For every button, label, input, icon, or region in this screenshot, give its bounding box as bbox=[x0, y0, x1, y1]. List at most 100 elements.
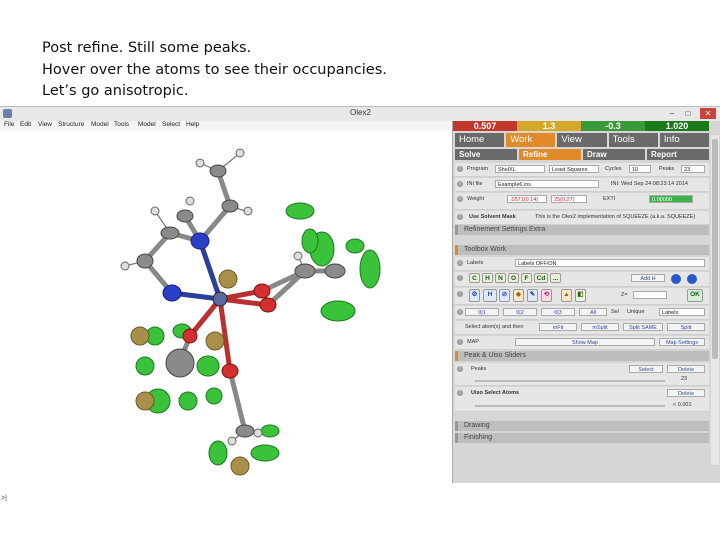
tool-icon[interactable]: ◆ bbox=[513, 289, 524, 302]
uiso-slider[interactable] bbox=[475, 405, 665, 407]
element-o-button[interactable]: O bbox=[508, 273, 519, 283]
menu-model[interactable]: Model bbox=[91, 121, 109, 128]
msplit-button[interactable]: mSplit bbox=[581, 323, 619, 331]
fluorine-atoms bbox=[135, 202, 381, 466]
peaks-delete-button[interactable]: Delete bbox=[667, 365, 705, 373]
split-same-button[interactable]: Split SAME bbox=[623, 323, 663, 331]
refinement-extra-header[interactable]: Refinement Settings Extra bbox=[455, 225, 709, 235]
z-label: Z= bbox=[621, 292, 628, 298]
info-icon[interactable]: i bbox=[457, 196, 463, 202]
z-input[interactable] bbox=[633, 291, 667, 299]
labels-check-select[interactable]: Labels bbox=[659, 308, 705, 316]
element-h-button[interactable]: H bbox=[482, 273, 493, 283]
metal-atom bbox=[212, 291, 228, 307]
map-settings-button[interactable]: Map Settings bbox=[659, 338, 705, 346]
part-0-2-button[interactable]: 0|2 bbox=[503, 308, 537, 316]
menu-tools[interactable]: Tools bbox=[114, 121, 129, 128]
exti-value[interactable]: 0.00000 bbox=[649, 195, 693, 203]
tab-view[interactable]: View bbox=[557, 133, 607, 147]
info-icon[interactable]: i bbox=[457, 166, 463, 172]
menu-file[interactable]: File bbox=[4, 121, 14, 128]
tool-icon[interactable]: ⚙ bbox=[469, 289, 480, 302]
tool-icon[interactable]: ✎ bbox=[527, 289, 538, 302]
uiso-delete-button[interactable]: Delete bbox=[667, 389, 705, 397]
weight-value-2[interactable]: 25(0.27) bbox=[551, 195, 587, 203]
info-icon[interactable]: i bbox=[457, 181, 463, 187]
weight-value-1[interactable]: .0571(0.14) bbox=[507, 195, 547, 203]
show-map-button[interactable]: Show Map bbox=[515, 338, 655, 346]
cycles-input[interactable]: 10 bbox=[629, 165, 651, 173]
close-button[interactable]: ✕ bbox=[700, 108, 716, 119]
maximize-button[interactable]: □ bbox=[682, 108, 694, 119]
molecule-structure[interactable] bbox=[0, 131, 452, 483]
element-f-button[interactable]: F bbox=[521, 273, 532, 283]
program-select[interactable]: ShelXL bbox=[495, 165, 545, 173]
element-cd-button[interactable]: Cd bbox=[534, 273, 548, 283]
mfit-button[interactable]: mFit bbox=[539, 323, 577, 331]
part-all-button[interactable]: All bbox=[579, 308, 607, 316]
toolbox-work-header[interactable]: Toolbox Work bbox=[455, 245, 709, 255]
tool-icon[interactable]: ▲ bbox=[561, 289, 572, 302]
globe-icon[interactable] bbox=[687, 274, 697, 284]
ins-file-row: i INI file Example6.ins INI: Wed Sep 24 … bbox=[455, 178, 709, 192]
minimize-button[interactable]: – bbox=[666, 108, 678, 119]
subtab-solve[interactable]: Solve bbox=[455, 149, 517, 160]
slide-caption: Post refine. Still some peaks. Hover ove… bbox=[42, 38, 387, 103]
program-row: i Program ShelXL Least Squares Cycles 10… bbox=[455, 163, 709, 177]
panel-scrollbar[interactable] bbox=[711, 135, 719, 465]
subtab-refine[interactable]: Refine bbox=[519, 149, 581, 160]
tab-work[interactable]: Work bbox=[506, 133, 556, 147]
ok-button[interactable]: OK bbox=[687, 289, 703, 302]
info-icon[interactable]: i bbox=[457, 390, 463, 396]
scrollbar-thumb[interactable] bbox=[712, 139, 718, 359]
tool-h-icon[interactable]: H bbox=[483, 289, 497, 302]
solvent-mask-note: This is the Olex2 implementation of SQUE… bbox=[535, 214, 696, 220]
stat-hole: -0.3 bbox=[581, 121, 645, 131]
cycles-label: Cycles bbox=[605, 166, 622, 172]
split-button[interactable]: Split bbox=[667, 323, 705, 331]
info-icon[interactable]: i bbox=[457, 366, 463, 372]
unique-checkbox[interactable]: Unique bbox=[627, 309, 644, 315]
sel-label[interactable]: Sel bbox=[611, 309, 619, 315]
finishing-header[interactable]: Finishing bbox=[455, 433, 709, 443]
add-h-button[interactable]: Add H bbox=[631, 274, 665, 282]
menu-help[interactable]: Help bbox=[186, 121, 199, 128]
part-0-1-button[interactable]: 0|1 bbox=[465, 308, 499, 316]
menu-view[interactable]: View bbox=[38, 121, 52, 128]
menu-model-2[interactable]: Model bbox=[138, 121, 156, 128]
subtab-report[interactable]: Report bbox=[647, 149, 709, 160]
nitrogen-atoms bbox=[162, 232, 210, 302]
peak-sliders-header[interactable]: Peak & Uiso Sliders bbox=[455, 351, 709, 361]
labels-select[interactable]: Labels OFF/ON bbox=[515, 259, 705, 267]
info-icon[interactable]: i bbox=[457, 214, 463, 220]
info-icon[interactable]: i bbox=[457, 275, 463, 281]
menu-select[interactable]: Select bbox=[162, 121, 180, 128]
menu-edit[interactable]: Edit bbox=[20, 121, 31, 128]
info-icon[interactable]: i bbox=[457, 291, 463, 297]
info-icon[interactable]: i bbox=[457, 339, 463, 345]
tab-info[interactable]: Info bbox=[659, 133, 710, 147]
info-icon[interactable]: i bbox=[457, 260, 463, 266]
tool-icon[interactable]: ◧ bbox=[575, 289, 586, 302]
part-0-3-button[interactable]: 0|3 bbox=[541, 308, 575, 316]
part-row: i 0|1 0|2 0|3 All Sel Unique Labels bbox=[455, 306, 709, 320]
globe-icon[interactable] bbox=[671, 274, 681, 284]
method-select[interactable]: Least Squares bbox=[549, 165, 599, 173]
solvent-mask-checkbox[interactable]: Use Solvent Mask bbox=[469, 214, 516, 220]
tab-home[interactable]: Home bbox=[455, 133, 505, 147]
peaks-slider[interactable] bbox=[475, 380, 665, 382]
molecule-viewport[interactable]: >| bbox=[0, 131, 452, 502]
element-more-button[interactable]: ... bbox=[550, 273, 561, 283]
info-icon[interactable]: i bbox=[457, 309, 463, 315]
element-n-button[interactable]: N bbox=[495, 273, 506, 283]
tab-tools[interactable]: Tools bbox=[608, 133, 658, 147]
subtab-draw[interactable]: Draw bbox=[583, 149, 645, 160]
peaks-select-button[interactable]: Select bbox=[629, 365, 663, 373]
element-c-button[interactable]: C bbox=[469, 273, 480, 283]
tool-icon[interactable]: ⊘ bbox=[499, 289, 510, 302]
peaks-input[interactable]: 23 bbox=[681, 165, 705, 173]
drawing-header[interactable]: Drawing bbox=[455, 421, 709, 431]
menu-structure[interactable]: Structure bbox=[58, 121, 84, 128]
tool-icon[interactable]: ⟲ bbox=[541, 289, 552, 302]
ins-file-select[interactable]: Example6.ins bbox=[495, 180, 599, 188]
